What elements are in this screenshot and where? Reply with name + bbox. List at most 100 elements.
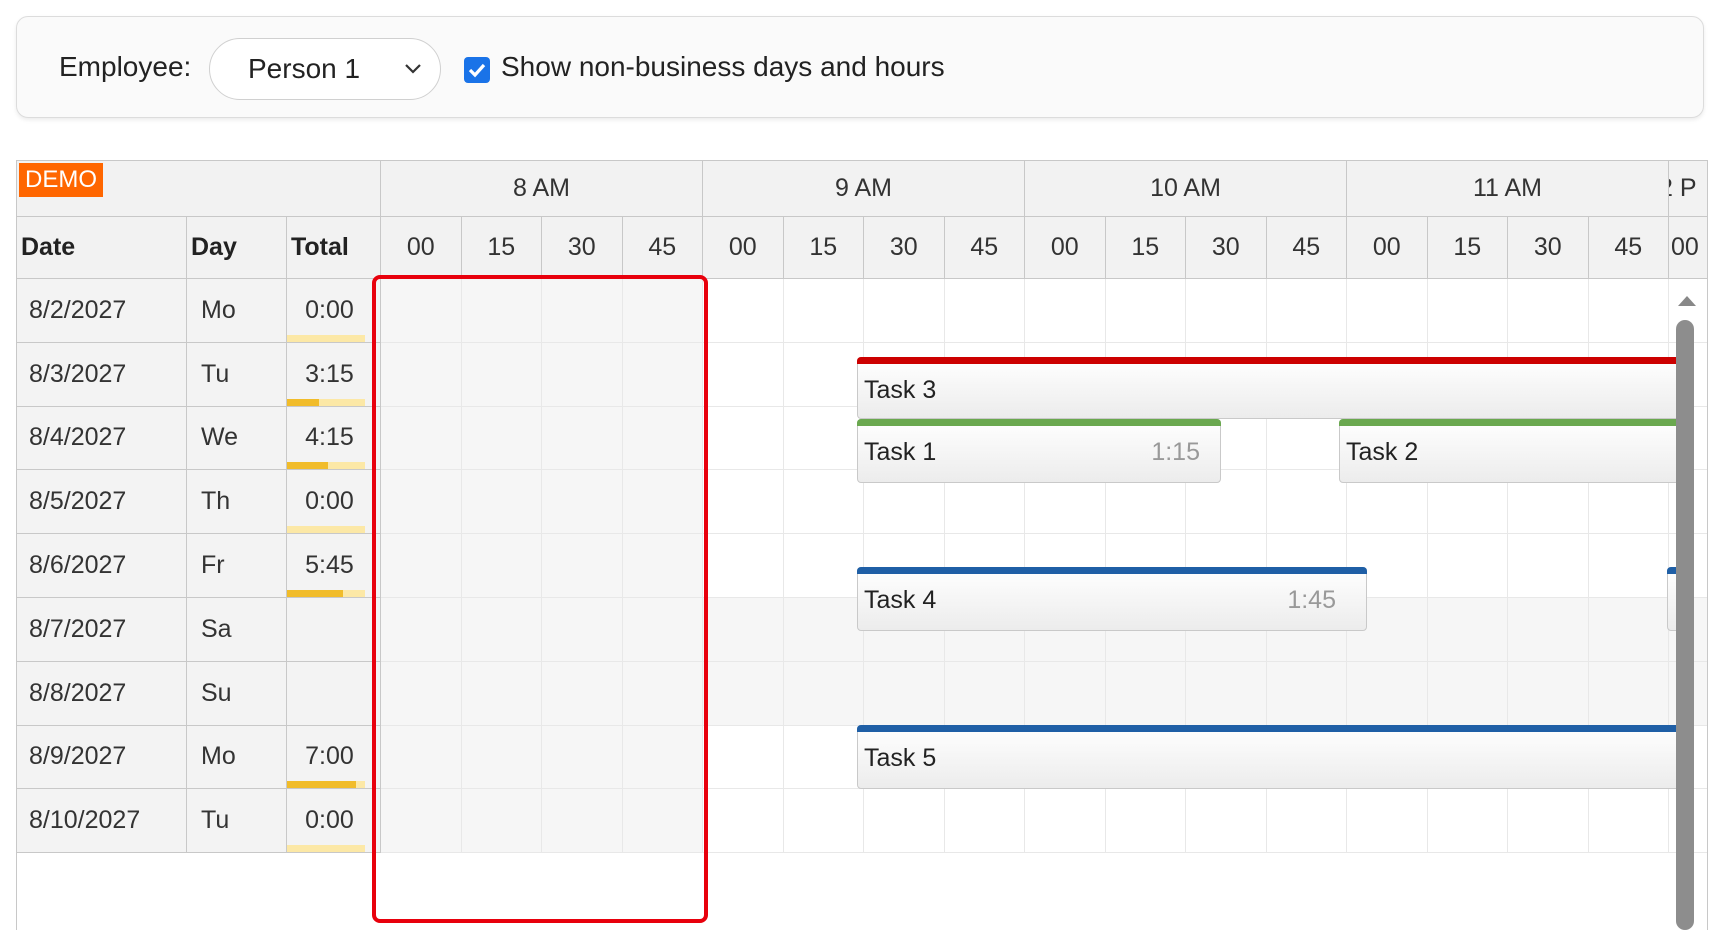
employee-label: Employee: [59, 51, 192, 82]
grid-cell[interactable] [1588, 598, 1669, 662]
demo-badge: DEMO [19, 163, 103, 197]
grid-cell[interactable] [1508, 598, 1589, 662]
event-text: Task 5 [864, 744, 937, 772]
hour-header: 2 P [1669, 161, 1707, 217]
grid-cell[interactable] [944, 789, 1025, 854]
grid-cell[interactable] [1427, 661, 1508, 726]
grid-cell[interactable] [1508, 789, 1589, 854]
row-date: 8/2/2027 [17, 279, 187, 343]
grid-cell[interactable] [783, 279, 864, 343]
grid-cell[interactable] [1588, 534, 1669, 598]
row-total: 0:00 [287, 789, 381, 854]
column-header-day[interactable]: Day [187, 217, 287, 279]
event-task-1[interactable]: Task 1 1:15 [857, 419, 1221, 483]
grid-cell[interactable] [1025, 661, 1106, 726]
row-day: Mo [187, 279, 287, 343]
grid-cell[interactable] [1186, 661, 1267, 726]
grid-cell[interactable] [1427, 789, 1508, 854]
minute-header: 00 [1025, 217, 1106, 279]
event-duration: 1:45 [1287, 586, 1336, 614]
grid-cell[interactable] [783, 534, 864, 598]
column-header-total[interactable]: Total [287, 217, 381, 279]
minute-header: 00 [703, 217, 784, 279]
grid-cell[interactable] [1427, 279, 1508, 343]
row-date: 8/8/2027 [17, 661, 187, 726]
employee-select[interactable]: Person 1 [209, 38, 441, 100]
row-day: We [187, 406, 287, 471]
grid-cell[interactable] [783, 342, 864, 407]
grid-cell[interactable] [703, 598, 784, 662]
grid-cell[interactable] [864, 789, 945, 854]
total-progress-fill [287, 590, 344, 597]
grid-cell[interactable] [1266, 661, 1347, 726]
grid-cell[interactable] [1508, 534, 1589, 598]
grid-cell[interactable] [1347, 789, 1428, 854]
grid-cell[interactable] [1025, 279, 1106, 343]
show-nonbusiness-checkbox[interactable] [464, 57, 490, 83]
total-progress-bar [287, 781, 365, 789]
grid-cell[interactable] [1588, 789, 1669, 854]
time-range-selection[interactable] [372, 275, 708, 923]
row-date: 8/4/2027 [17, 406, 187, 471]
grid-cell[interactable] [783, 470, 864, 535]
total-progress-fill [287, 781, 356, 789]
grid-cell[interactable] [703, 534, 784, 598]
grid-cell[interactable] [864, 279, 945, 343]
event-task-3[interactable]: Task 3 [857, 357, 1687, 419]
grid-cell[interactable] [1347, 279, 1428, 343]
grid-cell[interactable] [703, 342, 784, 407]
grid-cell[interactable] [783, 661, 864, 726]
row-total: 4:15 [287, 406, 381, 471]
grid-cell[interactable] [783, 598, 864, 662]
grid-cell[interactable] [1105, 789, 1186, 854]
row-date: 8/3/2027 [17, 342, 187, 407]
grid-cell[interactable] [1347, 661, 1428, 726]
scrollbar-thumb[interactable] [1676, 320, 1694, 930]
grid-cell[interactable] [703, 470, 784, 535]
total-progress-fill [287, 462, 329, 470]
grid-cell[interactable] [1588, 661, 1669, 726]
employee-select-value: Person 1 [248, 53, 361, 84]
grid-cell[interactable] [1266, 470, 1347, 535]
grid-cell[interactable] [703, 789, 784, 854]
event-text: Task 2 [1346, 438, 1419, 466]
grid-cell[interactable] [703, 279, 784, 343]
column-header-date[interactable]: Date [17, 217, 187, 279]
minute-header: 15 [461, 217, 542, 279]
event-color-bar [857, 725, 1687, 732]
hour-header-label: 2 P [1669, 174, 1697, 202]
event-task-2[interactable]: Task 2 [1339, 419, 1687, 483]
event-task-5[interactable]: Task 5 [857, 725, 1687, 789]
event-task-4[interactable]: Task 4 1:45 [857, 567, 1367, 631]
grid-cell[interactable] [1427, 534, 1508, 598]
grid-cell[interactable] [1508, 279, 1589, 343]
grid-cell[interactable] [1266, 789, 1347, 854]
grid-cell[interactable] [1025, 789, 1106, 854]
grid-cell[interactable] [1186, 789, 1267, 854]
grid-cell[interactable] [1105, 279, 1186, 343]
grid-cell[interactable] [1508, 661, 1589, 726]
grid-cell[interactable] [703, 406, 784, 471]
minute-header: 45 [1266, 217, 1347, 279]
grid-cell[interactable] [944, 661, 1025, 726]
row-total: 3:15 [287, 342, 381, 407]
grid-cell[interactable] [864, 661, 945, 726]
total-progress-bar [287, 845, 365, 853]
grid-cell[interactable] [1427, 598, 1508, 662]
grid-cell[interactable] [783, 406, 864, 471]
grid-cell[interactable] [1105, 661, 1186, 726]
minute-header: 45 [944, 217, 1025, 279]
hour-header: 8 AM [381, 161, 703, 217]
grid-cell[interactable] [1588, 279, 1669, 343]
grid-cell[interactable] [944, 279, 1025, 343]
show-nonbusiness-label[interactable]: Show non-business days and hours [501, 51, 945, 83]
scroll-up-arrow-icon[interactable] [1678, 296, 1696, 306]
grid-cell[interactable] [783, 789, 864, 854]
grid-cell[interactable] [703, 661, 784, 726]
row-total: 7:00 [287, 725, 381, 790]
grid-cell[interactable] [703, 725, 784, 790]
grid-cell[interactable] [1266, 279, 1347, 343]
grid-cell[interactable] [783, 725, 864, 790]
grid-cell[interactable] [1186, 279, 1267, 343]
minute-header: 00 [1669, 217, 1707, 279]
